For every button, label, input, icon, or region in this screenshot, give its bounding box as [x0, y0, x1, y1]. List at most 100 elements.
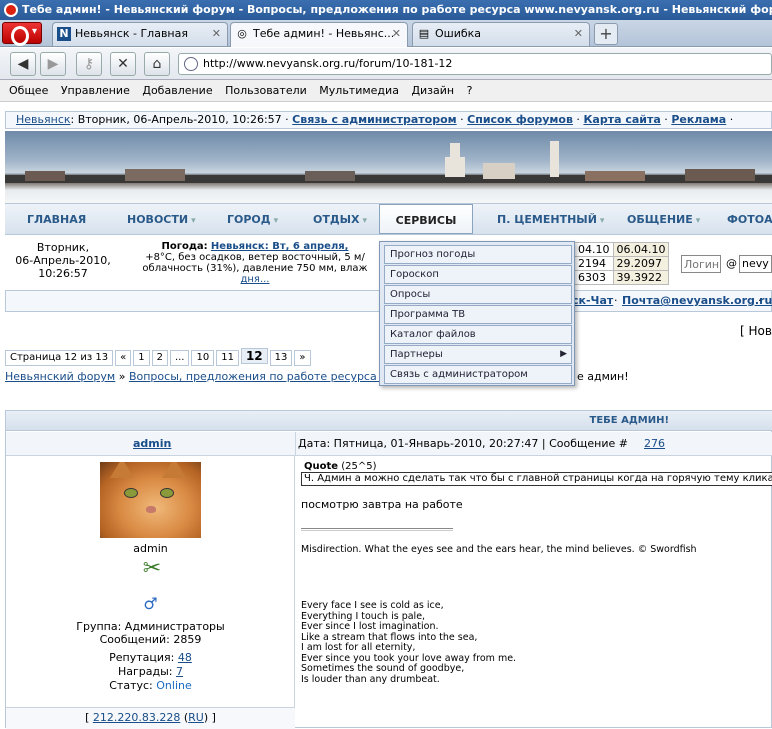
page-link[interactable]: 1 — [133, 350, 150, 366]
close-tab-icon[interactable]: ✕ — [212, 23, 221, 45]
breadcrumb-thread: е админ! — [577, 370, 629, 383]
menu-item[interactable]: Управление — [61, 84, 130, 97]
menu-item[interactable]: Дизайн — [411, 84, 454, 97]
post-reply-text: посмотрю завтра на работе — [301, 498, 463, 511]
currency-rates-table: 04.10 06.04.10 2194 29.2097 6303 39.3922 — [574, 242, 670, 285]
online-status: Online — [156, 679, 192, 692]
address-bar[interactable]: http://www.nevyansk.org.ru/forum/10-181-… — [178, 53, 772, 75]
navigation-toolbar: ◀ ▶ ⚷ ✕ ⌂ http://www.nevyansk.org.ru/for… — [0, 48, 772, 80]
date-block: Вторник, 06-Апрель-2010, 10:26:57 — [15, 241, 111, 280]
new-posts-link[interactable]: [ Нов — [740, 324, 772, 338]
page-link[interactable]: 11 — [216, 350, 239, 366]
tab-error[interactable]: ▤ Ошибка ✕ — [412, 22, 590, 46]
login-input[interactable] — [681, 255, 721, 273]
site-link[interactable]: Невьянск — [16, 113, 71, 126]
contact-admin-link[interactable]: Связь с администратором — [292, 113, 456, 126]
menu-item[interactable]: ? — [467, 84, 473, 97]
post-number-link[interactable]: 276 — [644, 437, 665, 450]
page-link[interactable]: 10 — [191, 350, 215, 366]
ip-info: [ 212.220.83.228 (RU) ] — [6, 707, 295, 729]
tab-label: Тебе админ! - Невьянс... — [253, 27, 395, 40]
close-tab-icon[interactable]: ✕ — [392, 23, 401, 45]
breadcrumb-forum[interactable]: Невьянский форум — [5, 370, 115, 383]
tab-label: Ошибка — [435, 27, 482, 40]
menu-item-contact[interactable]: Связь с администратором — [384, 365, 572, 384]
page-count: Страница 12 из 13 — [5, 350, 114, 366]
menu-item[interactable]: Добавление — [142, 84, 212, 97]
tab-forum[interactable]: ◎ Тебе админ! - Невьянс... ✕ — [230, 22, 408, 47]
url-text: http://www.nevyansk.org.ru/forum/10-181-… — [203, 57, 453, 70]
forward-button[interactable]: ▶ — [40, 52, 66, 76]
quote-label: Quote — [304, 461, 339, 472]
quote-box: Ч. Админ а можно сделать так что бы с гл… — [301, 472, 772, 486]
window-title: Тебе админ! - Невьянский форум - Вопросы… — [22, 3, 772, 16]
nav-services[interactable]: СЕРВИСЫ — [379, 204, 473, 234]
menu-item[interactable]: Пользователи — [225, 84, 307, 97]
menu-item-polls[interactable]: Опросы — [384, 285, 572, 304]
quote-author: (25^5) — [341, 461, 377, 472]
new-tab-button[interactable]: + — [594, 23, 618, 45]
menu-item-horoscope[interactable]: Гороскоп — [384, 265, 572, 284]
page-content: Невьянск: Вторник, 06-Апрель-2010, 10:26… — [0, 103, 772, 729]
reputation-link[interactable]: 48 — [178, 651, 192, 664]
nav-cementny[interactable]: П. ЦЕМЕНТНЫЙ ▾ — [497, 204, 604, 235]
close-tab-icon[interactable]: ✕ — [574, 23, 583, 45]
forum-list-link[interactable]: Список форумов — [467, 113, 573, 126]
page-next[interactable]: » — [294, 350, 311, 366]
menu-item[interactable]: Общее — [9, 84, 48, 97]
author-link[interactable]: admin — [133, 437, 171, 450]
sitemap-link[interactable]: Карта сайта — [583, 113, 660, 126]
post-date: Дата: Пятница, 01-Январь-2010, 20:27:47 … — [298, 437, 628, 450]
breadcrumb: Невьянский форум » Вопросы, предложения … — [5, 370, 430, 383]
user-group: Группа: Администраторы — [76, 620, 225, 633]
menu-item-tv[interactable]: Программа ТВ — [384, 305, 572, 324]
mail-link[interactable]: Почта@nevyansk.org.ru — [622, 291, 772, 311]
site-top-line: Невьянск: Вторник, 06-Апрель-2010, 10:26… — [5, 111, 772, 129]
ip-link[interactable]: 212.220.83.228 — [93, 711, 180, 724]
nav-news[interactable]: НОВОСТИ ▾ — [127, 204, 196, 235]
key-icon[interactable]: ⚷ — [76, 52, 102, 76]
post-body: Quote (25^5) Ч. Админ а можно сделать та… — [296, 456, 772, 729]
nav-home[interactable]: ГЛАВНАЯ — [27, 204, 86, 235]
chat-link[interactable]: ск-Чат — [572, 291, 613, 311]
at-sign: @ — [726, 257, 737, 270]
menu-item[interactable]: Мультимедиа — [319, 84, 399, 97]
domain-select[interactable]: nevy — [739, 255, 772, 273]
menu-item-partners[interactable]: Партнеры ▶ — [384, 345, 572, 364]
admin-tools-icon: ✂ — [142, 556, 162, 581]
weather-block: Погода: Невьянск: Вт, 6 апреля, +8°C, бе… — [142, 241, 368, 285]
chevron-down-icon: ▾ — [191, 216, 196, 226]
post-meta-row: admin Дата: Пятница, 01-Январь-2010, 20:… — [6, 432, 772, 456]
page-link[interactable]: 2 — [151, 350, 168, 366]
opera-logo-icon — [4, 3, 18, 17]
page-prev[interactable]: « — [115, 350, 132, 366]
town-panorama-banner — [5, 131, 772, 203]
signature-divider — [301, 528, 453, 531]
page-favicon-icon: ▤ — [418, 27, 430, 40]
nav-community[interactable]: ОБЩЕНИЕ ▾ — [627, 204, 700, 235]
ads-link[interactable]: Реклама — [671, 113, 726, 126]
avatar — [100, 462, 201, 538]
nav-leisure[interactable]: ОТДЫХ ▾ — [313, 204, 367, 235]
page-link[interactable]: 13 — [269, 350, 293, 366]
forum-favicon-icon: ◎ — [237, 27, 247, 40]
back-button[interactable]: ◀ — [10, 52, 36, 76]
tab-home[interactable]: N Невьянск - Главная ✕ — [52, 22, 228, 46]
awards-link[interactable]: 7 — [176, 665, 183, 678]
weather-link[interactable]: Невьянск: Вт, 6 апреля, — [211, 241, 349, 252]
stop-button[interactable]: ✕ — [110, 52, 136, 76]
menu-item-weather[interactable]: Прогноз погоды — [384, 245, 572, 264]
nav-photo[interactable]: ФОТОАЛ — [727, 204, 772, 235]
site-favicon-icon: N — [57, 27, 71, 41]
globe-icon — [184, 57, 198, 71]
nav-city[interactable]: ГОРОД ▾ — [227, 204, 278, 235]
country-link[interactable]: RU — [188, 711, 204, 724]
page-ellipsis: ... — [169, 350, 190, 366]
menu-item-files[interactable]: Каталог файлов — [384, 325, 572, 344]
weather-more-link[interactable]: дня... — [240, 274, 269, 285]
home-button[interactable]: ⌂ — [144, 52, 170, 76]
pagination: Страница 12 из 13 «1 2... 10 11 12 13» — [5, 348, 313, 366]
main-navigation: ГЛАВНАЯ НОВОСТИ ▾ ГОРОД ▾ ОТДЫХ ▾ СЕРВИСЫ П… — [5, 203, 772, 235]
menu-bar: Общее Управление Добавление Пользователи… — [0, 80, 772, 102]
opera-menu-button[interactable] — [2, 22, 42, 46]
